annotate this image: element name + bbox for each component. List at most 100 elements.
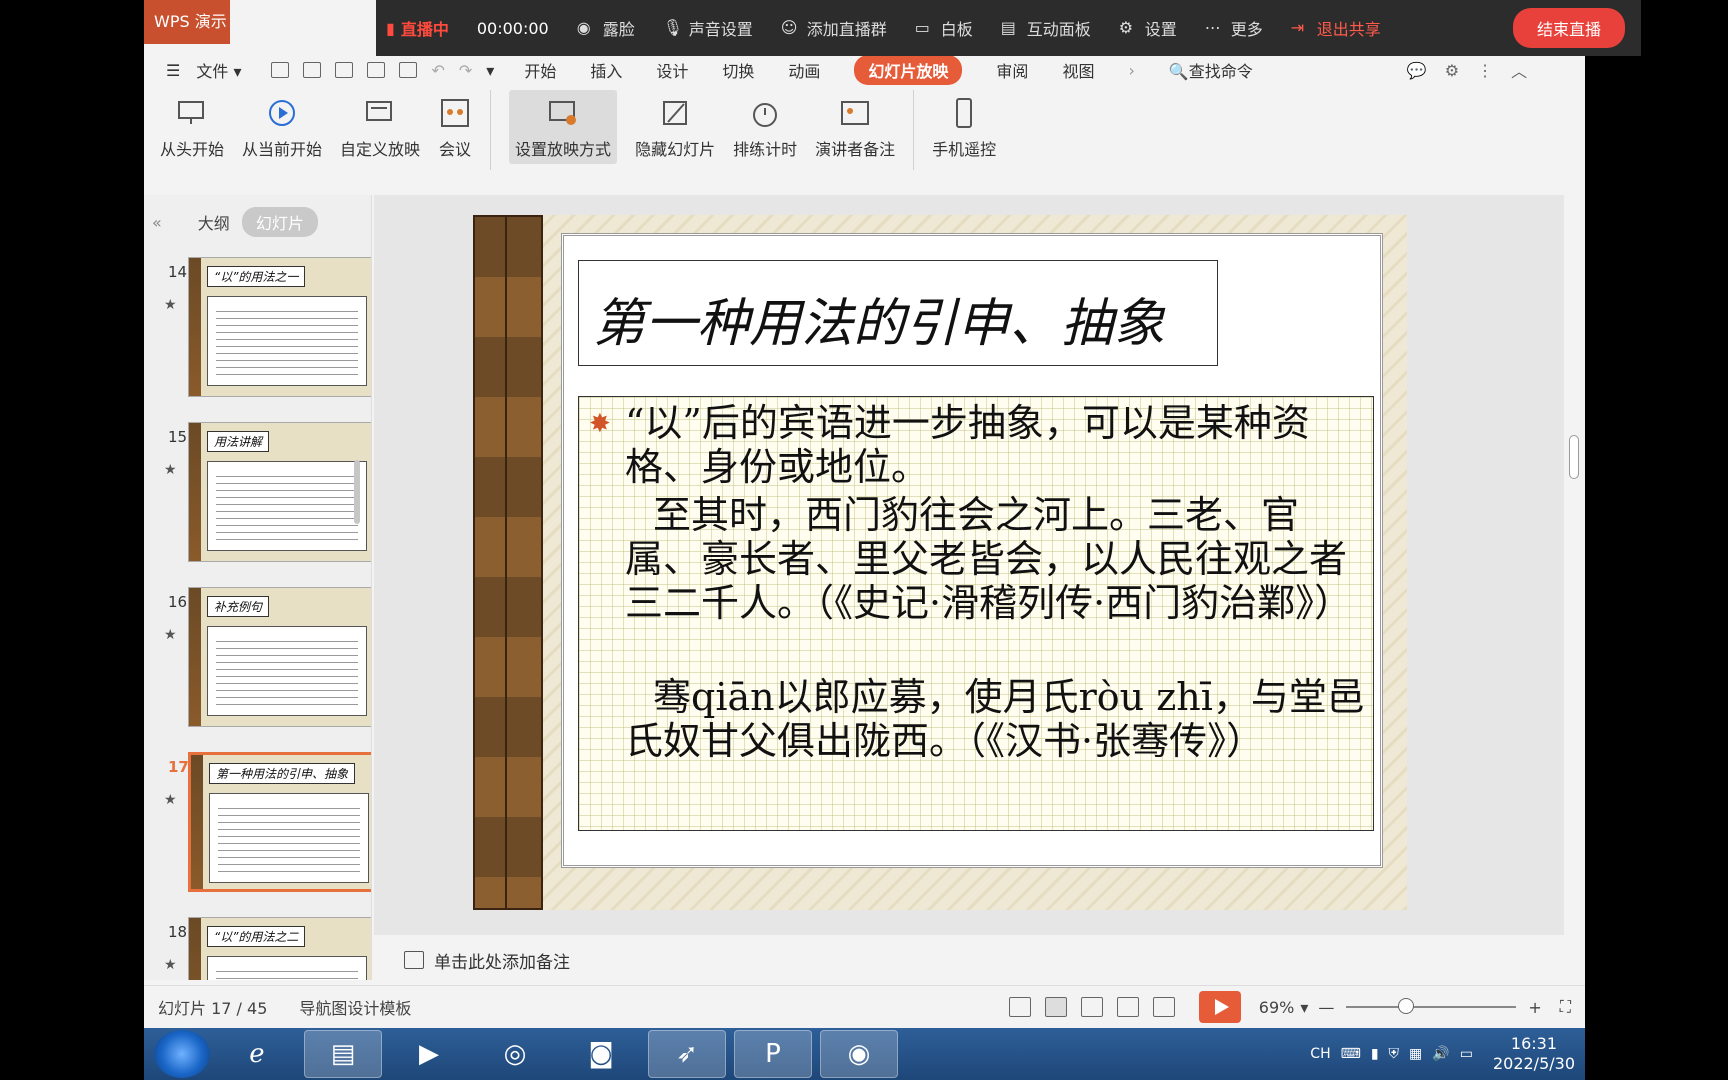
- slide-thumb-row[interactable]: 16 ★ 补充例句: [144, 587, 371, 737]
- redo-icon[interactable]: ↷: [459, 61, 472, 80]
- tab-review[interactable]: 审阅: [996, 58, 1028, 82]
- notes-toggle-icon[interactable]: [1008, 997, 1031, 1017]
- notes-area[interactable]: 单击此处添加备注: [374, 940, 1564, 980]
- shield-icon[interactable]: ⛨: [1389, 1046, 1400, 1062]
- slide-thumb-row[interactable]: 18 ★ “以”的用法之二: [144, 917, 371, 980]
- add-group-button[interactable]: ☺ 添加直播群: [781, 16, 887, 40]
- comment-icon[interactable]: 💬: [1407, 61, 1427, 80]
- presenter-notes-button[interactable]: 演讲者备注: [815, 96, 895, 160]
- from-current-button[interactable]: 从当前开始: [242, 96, 322, 160]
- chrome-icon[interactable]: ◎: [476, 1030, 554, 1078]
- slide-content-box[interactable]: ✸ “以”后的宾语进一步抽象，可以是某种资格、身份或地位。 至其时，西门豹往会之…: [578, 396, 1374, 831]
- tab-animation[interactable]: 动画: [788, 58, 820, 82]
- volume-icon[interactable]: 🔊: [1432, 1046, 1449, 1062]
- sorter-view-icon[interactable]: [1080, 997, 1103, 1017]
- end-live-button[interactable]: 结束直播: [1512, 8, 1625, 48]
- tab-design[interactable]: 设计: [656, 58, 688, 82]
- wps-presentation-icon[interactable]: P: [734, 1030, 812, 1078]
- pdf-icon[interactable]: [335, 62, 354, 78]
- messenger-icon[interactable]: ◙: [562, 1030, 640, 1078]
- file-menu[interactable]: 文件 ▾: [196, 58, 241, 82]
- slide-thumbnail[interactable]: “以”的用法之一: [188, 257, 371, 397]
- zoom-level[interactable]: 69%: [1259, 998, 1295, 1017]
- customize-icon[interactable]: ▾: [486, 61, 494, 80]
- zoom-slider-knob[interactable]: [1397, 998, 1414, 1014]
- zoom-slider[interactable]: [1346, 998, 1517, 1014]
- presenter-view-icon[interactable]: [1152, 997, 1175, 1017]
- normal-view-icon[interactable]: [1044, 997, 1067, 1017]
- preview-icon[interactable]: [399, 62, 418, 78]
- more-button[interactable]: ⋯ 更多: [1205, 16, 1263, 40]
- slide-thumb-row-active[interactable]: 17 ★ 第一种用法的引申、抽象: [144, 752, 371, 902]
- tab-slides[interactable]: 幻灯片: [241, 207, 318, 237]
- slide-counter: 幻灯片 17 / 45: [158, 999, 268, 1018]
- rehearse-timing-button[interactable]: 排练计时: [733, 96, 797, 160]
- more-vertical-icon[interactable]: ⋮: [1477, 61, 1493, 80]
- thumb-title: 用法讲解: [207, 431, 270, 452]
- slide-thumb-row[interactable]: 15 ★ 用法讲解: [144, 422, 371, 572]
- save-icon[interactable]: [303, 62, 322, 78]
- tab-insert[interactable]: 插入: [590, 58, 622, 82]
- open-icon[interactable]: [271, 62, 290, 78]
- face-cam-button[interactable]: ◉ 露脸: [577, 16, 635, 40]
- settings-gear-icon[interactable]: ⚙: [1445, 61, 1459, 80]
- tab-transition[interactable]: 切换: [722, 58, 754, 82]
- black-border-left: [0, 0, 144, 1028]
- slide-title-box[interactable]: 第一种用法的引申、抽象: [578, 260, 1218, 366]
- slide-thumb-row[interactable]: 14 ★ “以”的用法之一: [144, 257, 371, 407]
- audio-settings-button[interactable]: 🎙 声音设置: [663, 16, 753, 40]
- search-command[interactable]: 🔍查找命令: [1169, 58, 1253, 82]
- hide-slide-button[interactable]: 隐藏幻灯片: [635, 96, 715, 160]
- slide-thumbnail[interactable]: 用法讲解: [188, 422, 371, 562]
- slide-thumbnail[interactable]: 补充例句: [188, 587, 371, 727]
- zoom-in-icon[interactable]: +: [1528, 998, 1541, 1017]
- zoom-dropdown-icon[interactable]: ▾: [1300, 998, 1308, 1017]
- slide-thumbnail-selected[interactable]: 第一种用法的引申、抽象: [188, 752, 371, 892]
- template-name[interactable]: 导航图设计模板: [299, 995, 411, 1019]
- action-center-icon[interactable]: ▭: [1460, 1046, 1473, 1062]
- settings-button[interactable]: ⚙ 设置: [1119, 16, 1177, 40]
- panel-scrollbar[interactable]: [354, 460, 360, 524]
- clock[interactable]: 16:31 2022/5/30: [1493, 1034, 1575, 1074]
- print-icon[interactable]: [367, 62, 386, 78]
- tab-scroll-icon[interactable]: ›: [1128, 61, 1134, 80]
- add-user-icon: ☺: [780, 18, 798, 37]
- collapse-panel-icon[interactable]: «: [152, 213, 162, 232]
- zoom-out-icon[interactable]: —: [1318, 998, 1334, 1017]
- tab-view[interactable]: 视图: [1062, 58, 1094, 82]
- scrollbar-thumb[interactable]: [1569, 435, 1579, 479]
- media-player-icon[interactable]: ▶: [390, 1030, 468, 1078]
- slide-thumbnail[interactable]: “以”的用法之二: [188, 917, 371, 980]
- keyboard-icon[interactable]: ⌨: [1341, 1046, 1361, 1062]
- meeting-button[interactable]: 会议: [438, 96, 472, 160]
- phone-remote-button[interactable]: 手机遥控: [932, 96, 996, 160]
- vertical-scrollbar[interactable]: [1564, 195, 1584, 935]
- thumb-title: “以”的用法之二: [207, 926, 306, 947]
- feishu-icon[interactable]: ➶: [648, 1030, 726, 1078]
- tab-slideshow[interactable]: 幻灯片放映: [854, 55, 963, 85]
- usb-icon[interactable]: ▮: [1371, 1046, 1379, 1062]
- tab-home[interactable]: 开始: [524, 58, 556, 82]
- menu-hamburger-icon[interactable]: ☰: [166, 61, 180, 80]
- exit-share-button[interactable]: ⇥ 退出共享: [1291, 16, 1381, 40]
- slide[interactable]: 第一种用法的引申、抽象 ✸ “以”后的宾语进一步抽象，可以是某种资格、身份或地位…: [473, 215, 1407, 910]
- start-button[interactable]: [154, 1030, 210, 1078]
- live-app-icon[interactable]: ◉: [820, 1030, 898, 1078]
- whiteboard-button[interactable]: ▭ 白板: [915, 16, 973, 40]
- setup-show-button[interactable]: 设置放映方式: [509, 90, 618, 164]
- tab-outline[interactable]: 大纲: [198, 210, 230, 234]
- system-tray: CH ⌨ ▮ ⛨ ▦ 🔊 ▭ 16:31 2022/5/30: [1310, 1034, 1575, 1074]
- reading-view-icon[interactable]: [1116, 997, 1139, 1017]
- collapse-ribbon-icon[interactable]: ︿: [1511, 58, 1527, 82]
- fit-window-icon[interactable]: ⛶: [1560, 997, 1571, 1017]
- network-icon[interactable]: ▦: [1409, 1046, 1422, 1062]
- from-start-button[interactable]: 从头开始: [160, 96, 224, 160]
- slide-canvas[interactable]: 第一种用法的引申、抽象 ✸ “以”后的宾语进一步抽象，可以是某种资格、身份或地位…: [374, 195, 1564, 935]
- explorer-icon[interactable]: ▤: [304, 1030, 382, 1078]
- ie-icon[interactable]: ℯ: [218, 1030, 296, 1078]
- undo-icon[interactable]: ↶: [431, 61, 444, 80]
- play-slideshow-button[interactable]: [1198, 991, 1241, 1023]
- ime-indicator[interactable]: CH: [1310, 1046, 1330, 1062]
- custom-show-button[interactable]: 自定义放映: [340, 96, 420, 160]
- interact-panel-button[interactable]: ▤ 互动面板: [1001, 16, 1091, 40]
